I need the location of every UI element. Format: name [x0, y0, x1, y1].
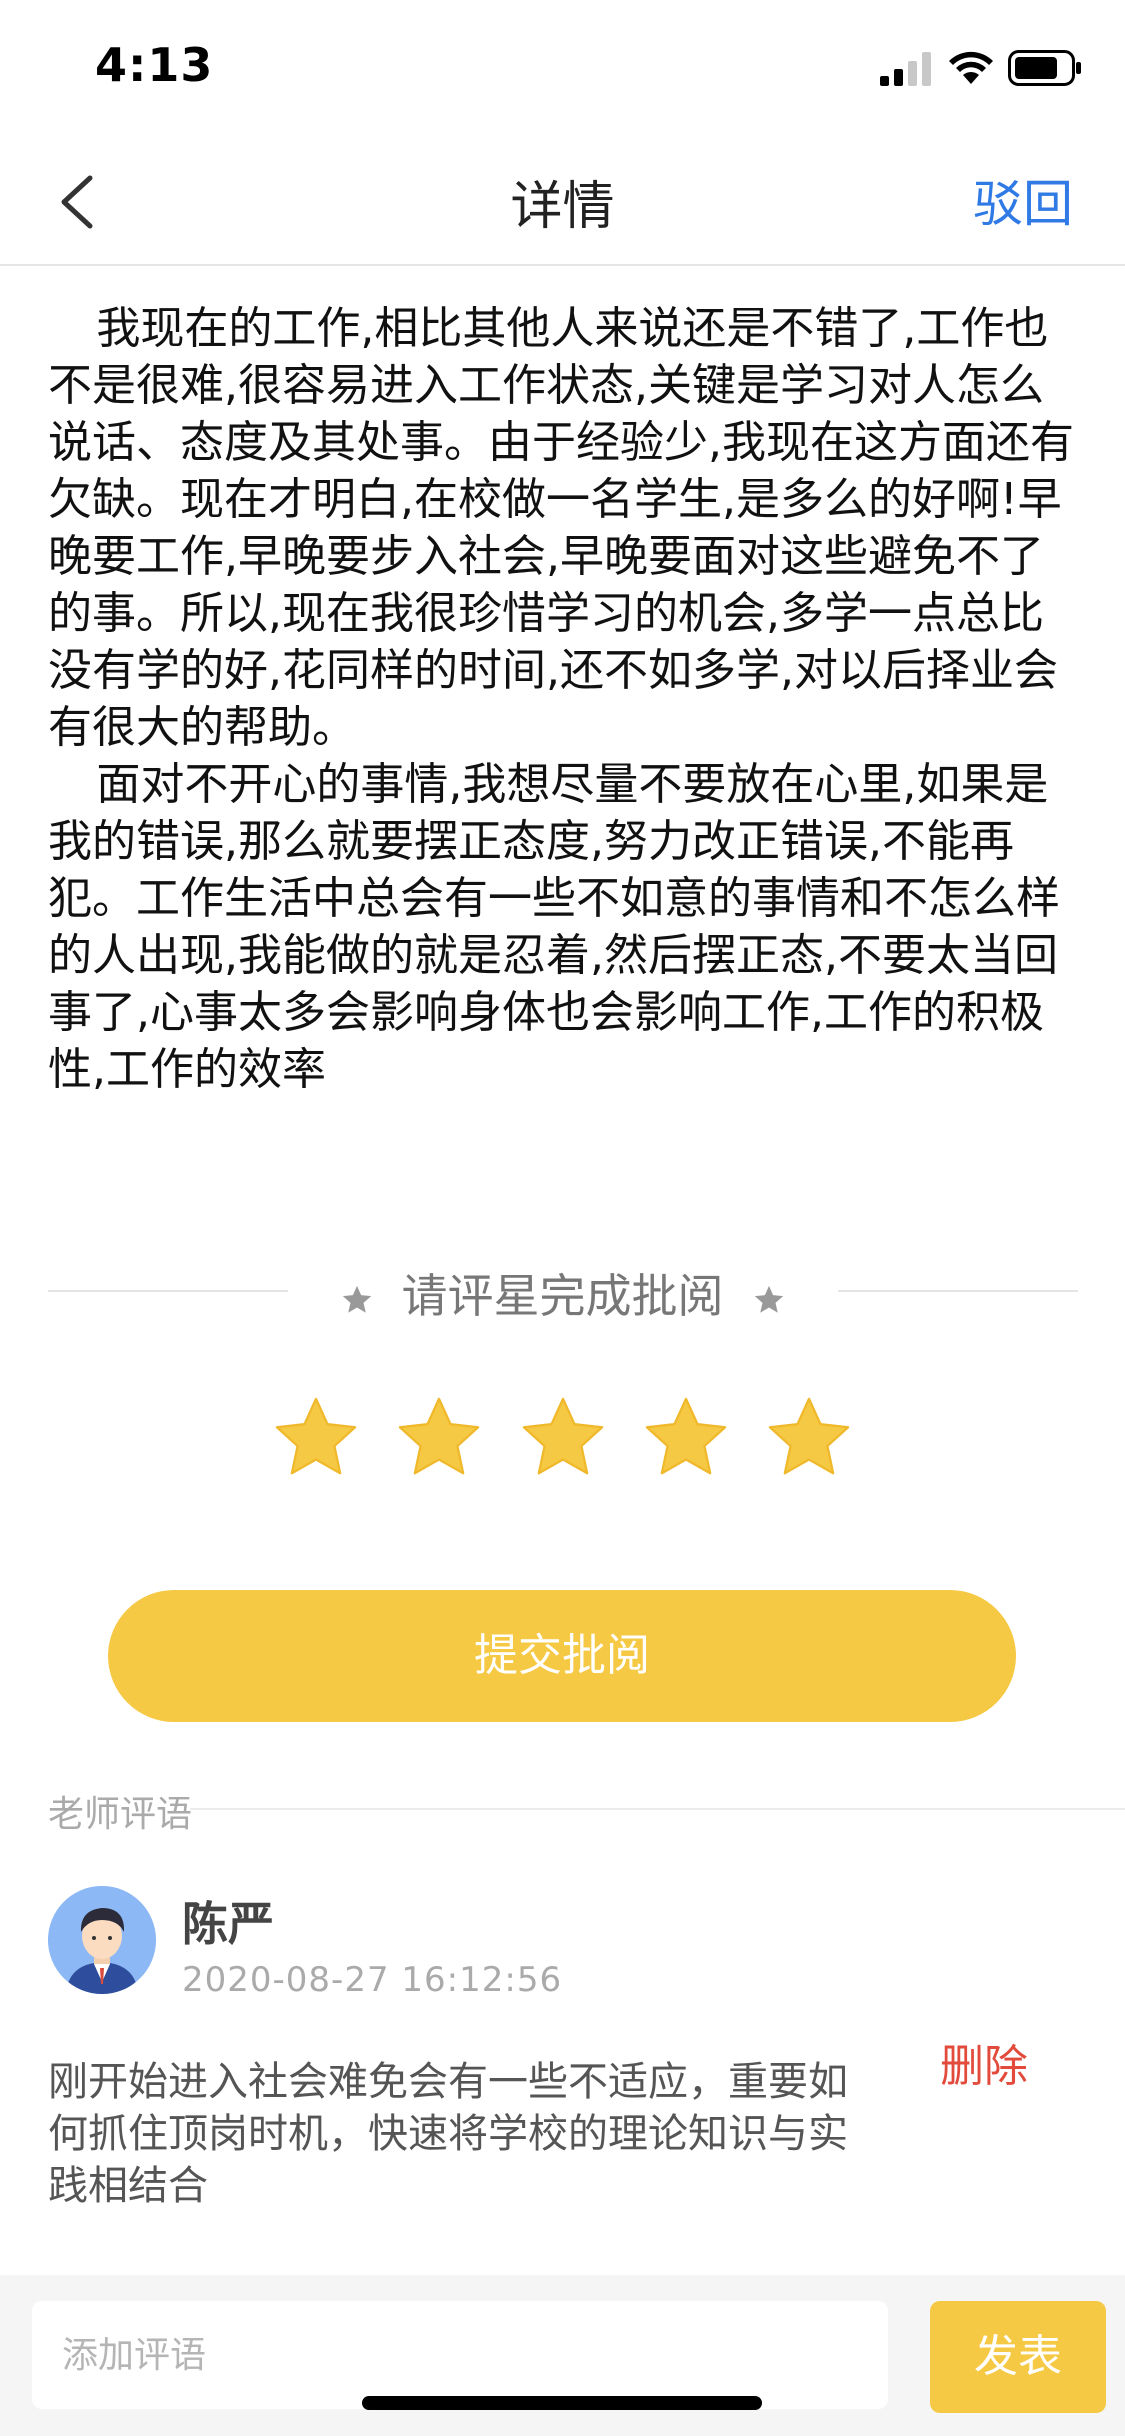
- add-comment-input[interactable]: [32, 2301, 888, 2409]
- page-title: 详情: [510, 177, 615, 237]
- delete-comment-button[interactable]: 删除: [940, 2030, 1028, 2094]
- teacher-avatar: [48, 1886, 156, 1994]
- rating-prompt: 请评星完成批阅: [0, 1260, 1125, 1326]
- status-time: 4:13: [95, 38, 214, 92]
- rating-star-5-icon[interactable]: [763, 1392, 855, 1484]
- star-rating: [0, 1392, 1125, 1488]
- submit-review-button[interactable]: 提交批阅: [108, 1590, 1016, 1722]
- rating-star-3-icon[interactable]: [517, 1392, 609, 1484]
- teacher-name: 陈严: [182, 1897, 274, 1951]
- rating-star-4-icon[interactable]: [640, 1392, 732, 1484]
- comment-input-bar: 发表: [0, 2275, 1125, 2436]
- battery-icon: [1008, 50, 1081, 86]
- comments-section-title: 老师评语: [48, 1794, 193, 1835]
- comment-text: 刚开始进入社会难免会有一些不适应，重要如何抓住顶岗时机，快速将学校的理论知识与实…: [48, 2059, 848, 2209]
- navigation-bar: 详情 驳回: [0, 140, 1125, 266]
- cellular-signal-icon: [880, 52, 931, 86]
- rating-star-1-icon[interactable]: [270, 1392, 362, 1484]
- reject-button[interactable]: 驳回: [973, 164, 1073, 236]
- comments-divider: [190, 1808, 1125, 1810]
- essay-paragraph-1: 我现在的工作,相比其他人来说还是不错了,工作也不是很难,很容易进入工作状态,关键…: [48, 303, 1074, 753]
- publish-button[interactable]: 发表: [930, 2301, 1106, 2413]
- status-bar: 4:13: [0, 0, 1125, 140]
- wifi-icon: [949, 51, 993, 84]
- comment-timestamp: 2020-08-27 16:12:56: [182, 1960, 563, 2000]
- decorative-star-icon: [754, 1285, 783, 1313]
- decorative-star-icon: [342, 1285, 371, 1313]
- rating-star-2-icon[interactable]: [393, 1392, 485, 1484]
- back-chevron-icon[interactable]: [52, 170, 112, 234]
- rating-prompt-text: 请评星完成批阅: [401, 1269, 724, 1323]
- essay-content: 我现在的工作,相比其他人来说还是不错了,工作也不是很难,很容易进入工作状态,关键…: [48, 300, 1078, 1098]
- essay-paragraph-2: 面对不开心的事情,我想尽量不要放在心里,如果是我的错误,那么就要摆正态度,努力改…: [48, 759, 1060, 1095]
- home-indicator[interactable]: [362, 2396, 762, 2410]
